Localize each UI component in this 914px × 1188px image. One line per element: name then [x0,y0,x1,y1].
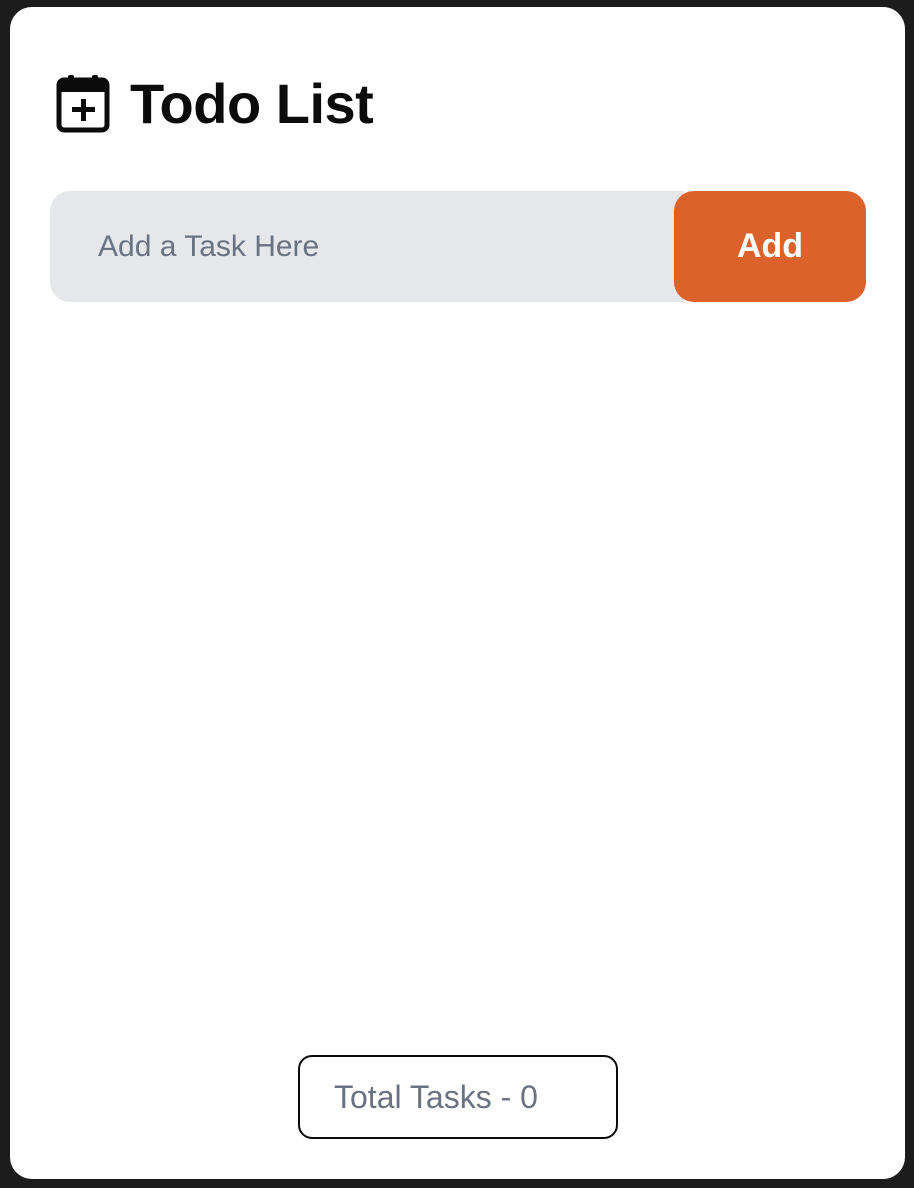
page-title: Todo List [130,72,374,135]
calendar-plus-icon [56,75,110,133]
add-button[interactable]: Add [674,191,866,302]
task-input[interactable] [50,191,684,302]
add-task-form: Add [50,191,866,302]
total-tasks-badge: Total Tasks - 0 [298,1055,618,1139]
task-list [50,327,866,1027]
total-tasks-label: Total Tasks - 0 [334,1078,538,1115]
header: Todo List [56,69,374,139]
todo-card: Todo List Add Total Tasks - 0 [10,7,905,1179]
